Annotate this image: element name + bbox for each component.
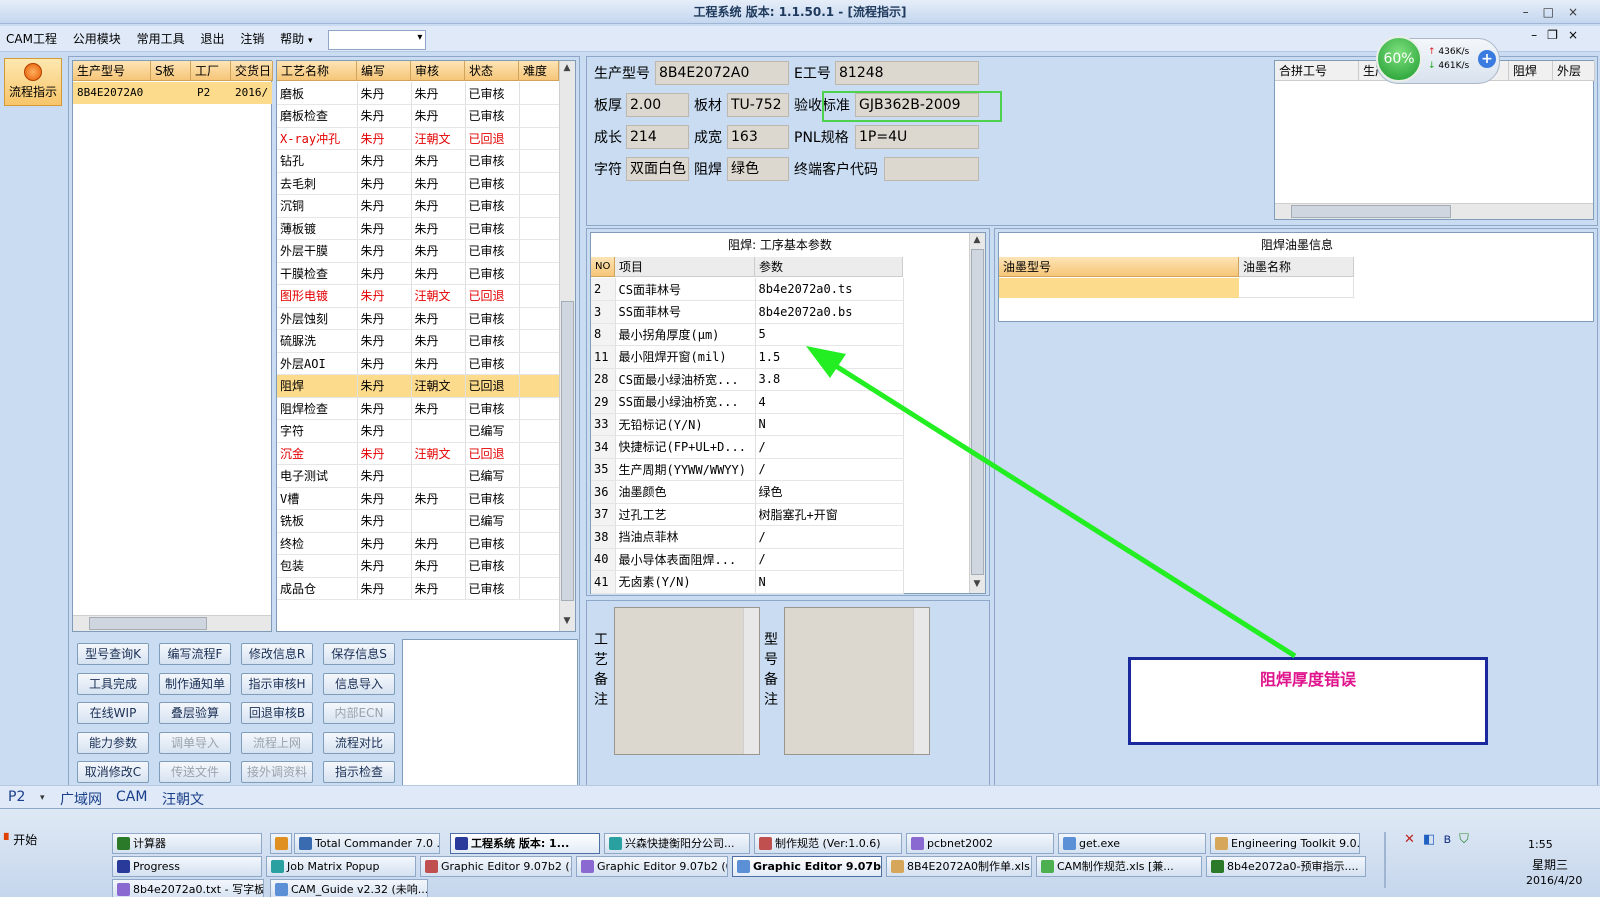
- app-icon: [455, 837, 468, 850]
- taskbar-item-label: Total Commander 7.0 ...: [315, 837, 440, 850]
- taskbar-item[interactable]: 计算器: [112, 833, 262, 854]
- tray-icons: ✕ ◧ ʙ ⛉: [1404, 832, 1469, 847]
- app-icon: [271, 860, 284, 873]
- taskbar-item[interactable]: 制作规范 (Ver:1.0.6): [754, 833, 902, 854]
- taskbar-item[interactable]: Graphic Editor 9.07b2 (...: [732, 856, 882, 877]
- taskbar-item-label: Graphic Editor 9.07b2 (0...: [597, 860, 727, 873]
- app-icon: [737, 860, 750, 873]
- status-bar: P2 ▾ 广域网 CAM 汪朝文: [0, 785, 1600, 809]
- status-tab-wan[interactable]: 广域网: [60, 789, 102, 809]
- start-label: 开始: [13, 833, 38, 847]
- taskbar-item[interactable]: Engineering Toolkit 9.0...: [1210, 833, 1360, 854]
- app-icon: [425, 860, 438, 873]
- taskbar-item[interactable]: Total Commander 7.0 ...: [294, 833, 440, 854]
- app-icon: [299, 837, 312, 850]
- taskbar-item[interactable]: Job Matrix Popup: [266, 856, 416, 877]
- app-icon: [1215, 837, 1228, 850]
- taskbar-item[interactable]: Progress: [112, 856, 262, 877]
- taskbar-item[interactable]: pcbnet2002: [906, 833, 1054, 854]
- taskbar-item[interactable]: 兴森快捷衡阳分公司...: [604, 833, 750, 854]
- taskbar-item[interactable]: CAM_Guide v2.32 (未响...: [270, 879, 428, 897]
- tray-bluetooth-icon[interactable]: ʙ: [1443, 832, 1451, 847]
- taskbar-item-label: CAM制作规范.xls [兼...: [1057, 860, 1174, 873]
- app-icon: [759, 837, 772, 850]
- taskbar-item-label: 计算器: [133, 837, 166, 850]
- taskbar-item-label: Progress: [133, 860, 180, 873]
- factory-dropdown-icon[interactable]: ▾: [40, 793, 45, 803]
- app-icon: [275, 837, 288, 850]
- taskbar-item[interactable]: 8B4E2072A0制作单.xls...: [886, 856, 1032, 877]
- tray-clock[interactable]: 1:55: [1528, 838, 1553, 851]
- taskbar-item-label: CAM_Guide v2.32 (未响...: [291, 883, 428, 896]
- taskbar-item-label: Graphic Editor 9.07b2 (...: [441, 860, 572, 873]
- taskbar-item[interactable]: CAM制作规范.xls [兼...: [1036, 856, 1202, 877]
- taskbar-item-label: Engineering Toolkit 9.0...: [1231, 837, 1360, 850]
- tray-net-icon[interactable]: ◧: [1423, 832, 1435, 847]
- taskbar-item[interactable]: Graphic Editor 9.07b2 (...: [420, 856, 572, 877]
- taskbar-item-label: 8b4e2072a0-预审指示....: [1227, 860, 1359, 873]
- taskbar-item-label: 工程系统 版本: 1...: [471, 837, 570, 850]
- taskbar-item[interactable]: 8b4e2072a0-预审指示....: [1206, 856, 1366, 877]
- app-icon: [1041, 860, 1054, 873]
- taskbar-item-label: 8B4E2072A0制作单.xls...: [907, 860, 1032, 873]
- tray-weekday: 星期三: [1532, 858, 1569, 872]
- start-button[interactable]: ▘开始: [4, 830, 48, 850]
- status-tab-user[interactable]: 汪朝文: [162, 789, 204, 809]
- taskbar-item[interactable]: Graphic Editor 9.07b2 (0...: [576, 856, 728, 877]
- app-icon: [891, 860, 904, 873]
- factory-select[interactable]: P2: [8, 789, 25, 805]
- tray-x-icon[interactable]: ✕: [1404, 832, 1415, 847]
- tray-date: 2016/4/20: [1526, 874, 1583, 887]
- app-icon: [581, 860, 594, 873]
- taskbar-item-label: Job Matrix Popup: [287, 860, 380, 873]
- taskbar-item-label: pcbnet2002: [927, 837, 994, 850]
- app-icon: [1211, 860, 1224, 873]
- app-icon: [275, 883, 288, 896]
- taskbar-item[interactable]: [270, 833, 292, 854]
- taskbar-item[interactable]: get.exe: [1058, 833, 1206, 854]
- taskbar-item-label: 8b4e2072a0.txt - 写字板: [133, 883, 264, 896]
- status-tab-cam[interactable]: CAM: [116, 789, 147, 805]
- app-icon: [117, 860, 130, 873]
- tray-shield-icon[interactable]: ⛉: [1459, 832, 1469, 847]
- taskbar-item-label: get.exe: [1079, 837, 1121, 850]
- app-icon: [1063, 837, 1076, 850]
- taskbar-item-label: 兴森快捷衡阳分公司...: [625, 837, 735, 850]
- taskbar-item-label: 制作规范 (Ver:1.0.6): [775, 837, 881, 850]
- taskbar-item[interactable]: 工程系统 版本: 1...: [450, 833, 600, 854]
- taskbar-item-label: Graphic Editor 9.07b2 (...: [753, 860, 881, 873]
- app-icon: [911, 837, 924, 850]
- app-icon: [609, 837, 622, 850]
- annotation-arrow: [806, 346, 1297, 659]
- taskbar-item[interactable]: 8b4e2072a0.txt - 写字板: [112, 879, 264, 897]
- app-icon: [117, 883, 130, 896]
- tray-divider: [1384, 832, 1386, 888]
- app-icon: [117, 837, 130, 850]
